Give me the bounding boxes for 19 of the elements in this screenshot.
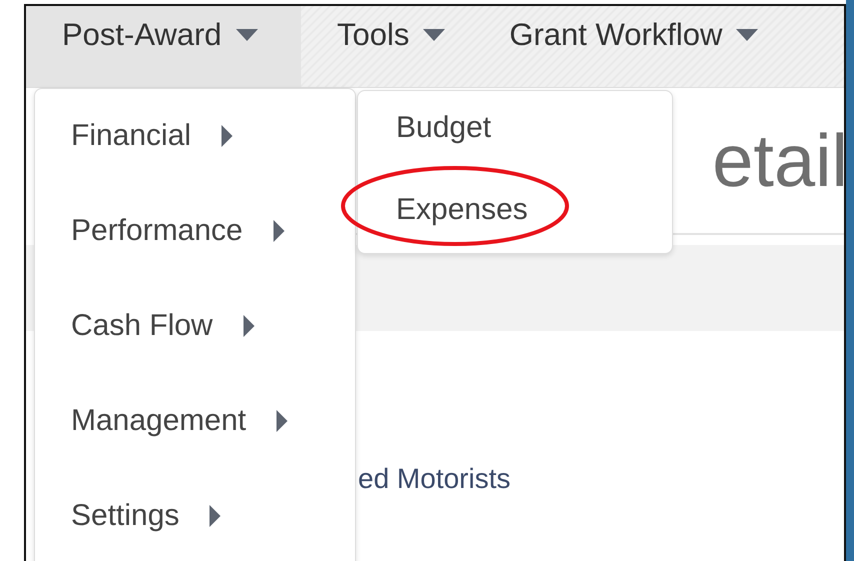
menu-item[interactable]: Cash Flow <box>35 301 355 351</box>
caret-icon <box>236 28 258 40</box>
submenu-arrow-icon <box>272 220 285 242</box>
record-name: ed Motorists <box>358 463 510 494</box>
menu-item[interactable]: Performance <box>35 206 355 256</box>
submenu-arrow-icon <box>221 125 234 147</box>
nav-menu-item[interactable]: Grant Workflow <box>473 6 786 87</box>
submenu-arrow-icon <box>209 505 222 527</box>
menu-item[interactable]: Management <box>35 396 355 446</box>
submenu-arrow-icon <box>242 315 255 337</box>
page-heading: etail <box>712 118 848 203</box>
submenu-arrow-icon <box>276 410 288 432</box>
caret-icon <box>736 28 758 40</box>
submenu-item[interactable]: Budget <box>396 111 492 145</box>
caret-icon <box>423 28 446 40</box>
nav-menu-item[interactable]: Tools <box>301 6 474 87</box>
menu-item[interactable]: Settings <box>35 491 355 541</box>
nav-menu-item[interactable]: Post-Award <box>26 6 301 87</box>
menu-item[interactable]: Financial <box>35 111 355 161</box>
